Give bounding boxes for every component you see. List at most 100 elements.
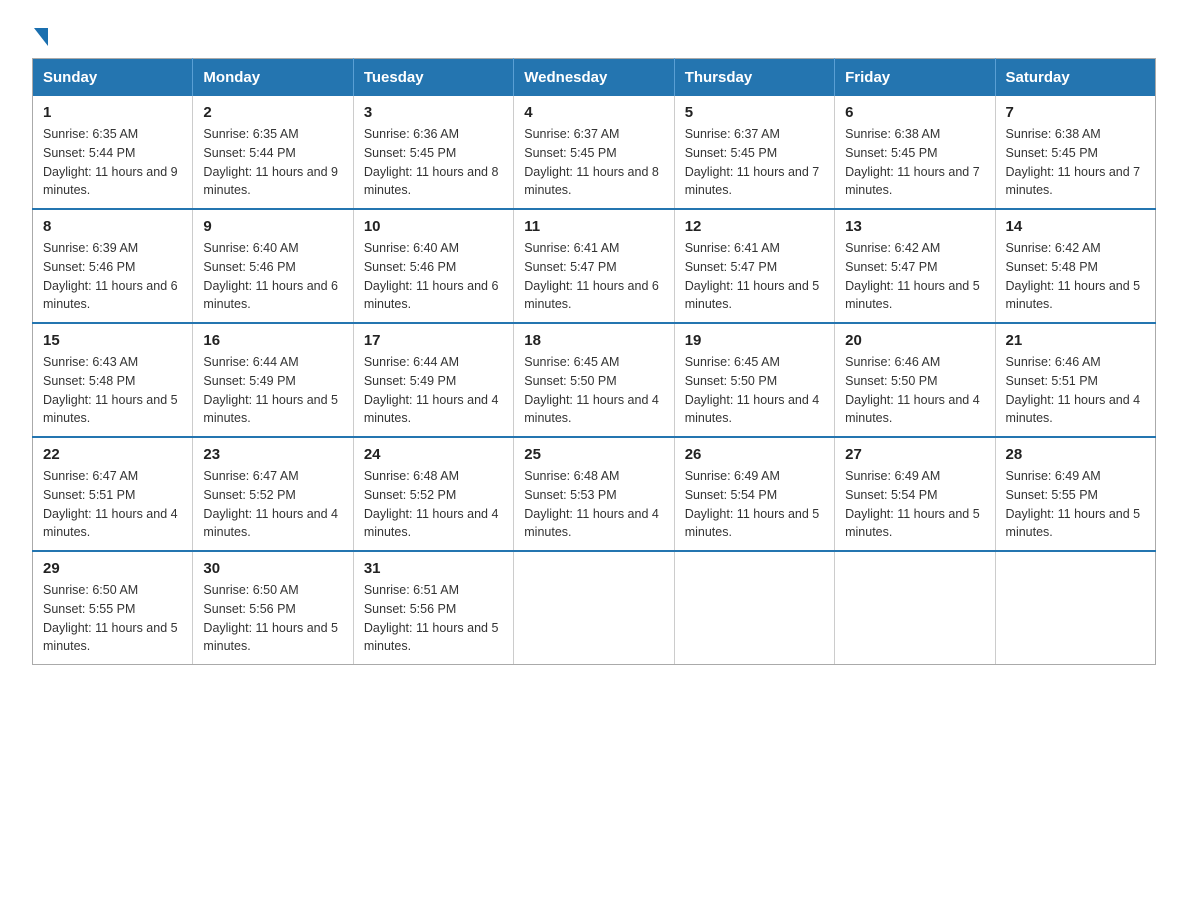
day-number: 26: [685, 446, 824, 463]
calendar-day-cell: 27 Sunrise: 6:49 AMSunset: 5:54 PMDayligh…: [835, 437, 995, 551]
day-info: Sunrise: 6:49 AMSunset: 5:55 PMDaylight:…: [1006, 467, 1145, 542]
day-of-week-header: Thursday: [674, 59, 834, 97]
calendar-day-cell: 29 Sunrise: 6:50 AMSunset: 5:55 PMDayligh…: [33, 551, 193, 665]
day-number: 29: [43, 560, 182, 577]
day-number: 11: [524, 218, 663, 235]
calendar-day-cell: 30 Sunrise: 6:50 AMSunset: 5:56 PMDayligh…: [193, 551, 353, 665]
calendar-week-row: 1 Sunrise: 6:35 AMSunset: 5:44 PMDaylight…: [33, 96, 1156, 209]
day-info: Sunrise: 6:40 AMSunset: 5:46 PMDaylight:…: [203, 239, 342, 314]
day-info: Sunrise: 6:47 AMSunset: 5:51 PMDaylight:…: [43, 467, 182, 542]
day-number: 14: [1006, 218, 1145, 235]
calendar-day-cell: 2Sunrise: 6:35 AMSunset: 5:44 PMDaylight…: [193, 96, 353, 209]
calendar-day-cell: 21 Sunrise: 6:46 AMSunset: 5:51 PMDayligh…: [995, 323, 1155, 437]
day-number: 13: [845, 218, 984, 235]
calendar-day-cell: 8 Sunrise: 6:39 AMSunset: 5:46 PMDaylight…: [33, 209, 193, 323]
calendar-day-cell: 28 Sunrise: 6:49 AMSunset: 5:55 PMDayligh…: [995, 437, 1155, 551]
day-info: Sunrise: 6:40 AMSunset: 5:46 PMDaylight:…: [364, 239, 503, 314]
day-info: Sunrise: 6:42 AMSunset: 5:47 PMDaylight:…: [845, 239, 984, 314]
day-info: Sunrise: 6:41 AMSunset: 5:47 PMDaylight:…: [685, 239, 824, 314]
day-info: Sunrise: 6:39 AMSunset: 5:46 PMDaylight:…: [43, 239, 182, 314]
calendar-header-row: SundayMondayTuesdayWednesdayThursdayFrid…: [33, 59, 1156, 97]
calendar-day-cell: 9 Sunrise: 6:40 AMSunset: 5:46 PMDaylight…: [193, 209, 353, 323]
calendar-week-row: 29 Sunrise: 6:50 AMSunset: 5:55 PMDayligh…: [33, 551, 1156, 665]
calendar-day-cell: 22 Sunrise: 6:47 AMSunset: 5:51 PMDayligh…: [33, 437, 193, 551]
day-number: 21: [1006, 332, 1145, 349]
calendar-day-cell: 18 Sunrise: 6:45 AMSunset: 5:50 PMDayligh…: [514, 323, 674, 437]
calendar-week-row: 8 Sunrise: 6:39 AMSunset: 5:46 PMDaylight…: [33, 209, 1156, 323]
day-number: 18: [524, 332, 663, 349]
day-number: 28: [1006, 446, 1145, 463]
calendar-day-cell: 13 Sunrise: 6:42 AMSunset: 5:47 PMDayligh…: [835, 209, 995, 323]
calendar-day-cell: 31Sunrise: 6:51 AMSunset: 5:56 PMDayligh…: [353, 551, 513, 665]
day-number: 24: [364, 446, 503, 463]
day-info: Sunrise: 6:50 AMSunset: 5:56 PMDaylight:…: [203, 581, 342, 656]
day-info: Sunrise: 6:48 AMSunset: 5:53 PMDaylight:…: [524, 467, 663, 542]
calendar-table: SundayMondayTuesdayWednesdayThursdayFrid…: [32, 58, 1156, 665]
day-info: Sunrise: 6:46 AMSunset: 5:50 PMDaylight:…: [845, 353, 984, 428]
day-info: Sunrise: 6:38 AMSunset: 5:45 PMDaylight:…: [1006, 125, 1145, 200]
day-info: Sunrise: 6:48 AMSunset: 5:52 PMDaylight:…: [364, 467, 503, 542]
day-number: 15: [43, 332, 182, 349]
day-number: 1: [43, 104, 182, 121]
calendar-day-cell: 16 Sunrise: 6:44 AMSunset: 5:49 PMDayligh…: [193, 323, 353, 437]
day-of-week-header: Tuesday: [353, 59, 513, 97]
calendar-day-cell: [835, 551, 995, 665]
calendar-day-cell: 6 Sunrise: 6:38 AMSunset: 5:45 PMDaylight…: [835, 96, 995, 209]
calendar-week-row: 22 Sunrise: 6:47 AMSunset: 5:51 PMDayligh…: [33, 437, 1156, 551]
day-of-week-header: Wednesday: [514, 59, 674, 97]
day-info: Sunrise: 6:44 AMSunset: 5:49 PMDaylight:…: [203, 353, 342, 428]
logo-triangle-icon: [34, 28, 48, 46]
day-number: 5: [685, 104, 824, 121]
calendar-day-cell: 4 Sunrise: 6:37 AMSunset: 5:45 PMDaylight…: [514, 96, 674, 209]
day-number: 4: [524, 104, 663, 121]
day-info: Sunrise: 6:37 AMSunset: 5:45 PMDaylight:…: [685, 125, 824, 200]
day-info: Sunrise: 6:50 AMSunset: 5:55 PMDaylight:…: [43, 581, 182, 656]
calendar-day-cell: 25 Sunrise: 6:48 AMSunset: 5:53 PMDayligh…: [514, 437, 674, 551]
calendar-day-cell: [995, 551, 1155, 665]
day-info: Sunrise: 6:38 AMSunset: 5:45 PMDaylight:…: [845, 125, 984, 200]
day-number: 9: [203, 218, 342, 235]
day-info: Sunrise: 6:35 AMSunset: 5:44 PMDaylight:…: [43, 125, 182, 200]
calendar-day-cell: 7 Sunrise: 6:38 AMSunset: 5:45 PMDaylight…: [995, 96, 1155, 209]
calendar-day-cell: 26Sunrise: 6:49 AMSunset: 5:54 PMDayligh…: [674, 437, 834, 551]
calendar-day-cell: 3Sunrise: 6:36 AMSunset: 5:45 PMDaylight…: [353, 96, 513, 209]
calendar-day-cell: 10Sunrise: 6:40 AMSunset: 5:46 PMDayligh…: [353, 209, 513, 323]
day-number: 30: [203, 560, 342, 577]
calendar-week-row: 15 Sunrise: 6:43 AMSunset: 5:48 PMDayligh…: [33, 323, 1156, 437]
day-number: 8: [43, 218, 182, 235]
day-number: 20: [845, 332, 984, 349]
calendar-day-cell: 12Sunrise: 6:41 AMSunset: 5:47 PMDayligh…: [674, 209, 834, 323]
calendar-day-cell: 23 Sunrise: 6:47 AMSunset: 5:52 PMDayligh…: [193, 437, 353, 551]
day-info: Sunrise: 6:47 AMSunset: 5:52 PMDaylight:…: [203, 467, 342, 542]
day-info: Sunrise: 6:41 AMSunset: 5:47 PMDaylight:…: [524, 239, 663, 314]
day-of-week-header: Sunday: [33, 59, 193, 97]
calendar-day-cell: [514, 551, 674, 665]
day-number: 25: [524, 446, 663, 463]
day-number: 19: [685, 332, 824, 349]
day-info: Sunrise: 6:49 AMSunset: 5:54 PMDaylight:…: [845, 467, 984, 542]
day-number: 23: [203, 446, 342, 463]
day-info: Sunrise: 6:45 AMSunset: 5:50 PMDaylight:…: [524, 353, 663, 428]
calendar-day-cell: 5 Sunrise: 6:37 AMSunset: 5:45 PMDaylight…: [674, 96, 834, 209]
day-number: 16: [203, 332, 342, 349]
day-info: Sunrise: 6:45 AMSunset: 5:50 PMDaylight:…: [685, 353, 824, 428]
calendar-day-cell: 17Sunrise: 6:44 AMSunset: 5:49 PMDayligh…: [353, 323, 513, 437]
day-number: 2: [203, 104, 342, 121]
day-info: Sunrise: 6:37 AMSunset: 5:45 PMDaylight:…: [524, 125, 663, 200]
calendar-day-cell: 24 Sunrise: 6:48 AMSunset: 5:52 PMDayligh…: [353, 437, 513, 551]
day-of-week-header: Saturday: [995, 59, 1155, 97]
day-of-week-header: Friday: [835, 59, 995, 97]
day-number: 3: [364, 104, 503, 121]
calendar-day-cell: 20 Sunrise: 6:46 AMSunset: 5:50 PMDayligh…: [835, 323, 995, 437]
day-number: 6: [845, 104, 984, 121]
day-number: 27: [845, 446, 984, 463]
calendar-day-cell: 14Sunrise: 6:42 AMSunset: 5:48 PMDayligh…: [995, 209, 1155, 323]
page-header: [32, 24, 1156, 42]
calendar-day-cell: 19 Sunrise: 6:45 AMSunset: 5:50 PMDayligh…: [674, 323, 834, 437]
day-number: 31: [364, 560, 503, 577]
day-info: Sunrise: 6:44 AMSunset: 5:49 PMDaylight:…: [364, 353, 503, 428]
day-number: 7: [1006, 104, 1145, 121]
day-info: Sunrise: 6:43 AMSunset: 5:48 PMDaylight:…: [43, 353, 182, 428]
day-info: Sunrise: 6:46 AMSunset: 5:51 PMDaylight:…: [1006, 353, 1145, 428]
day-number: 22: [43, 446, 182, 463]
